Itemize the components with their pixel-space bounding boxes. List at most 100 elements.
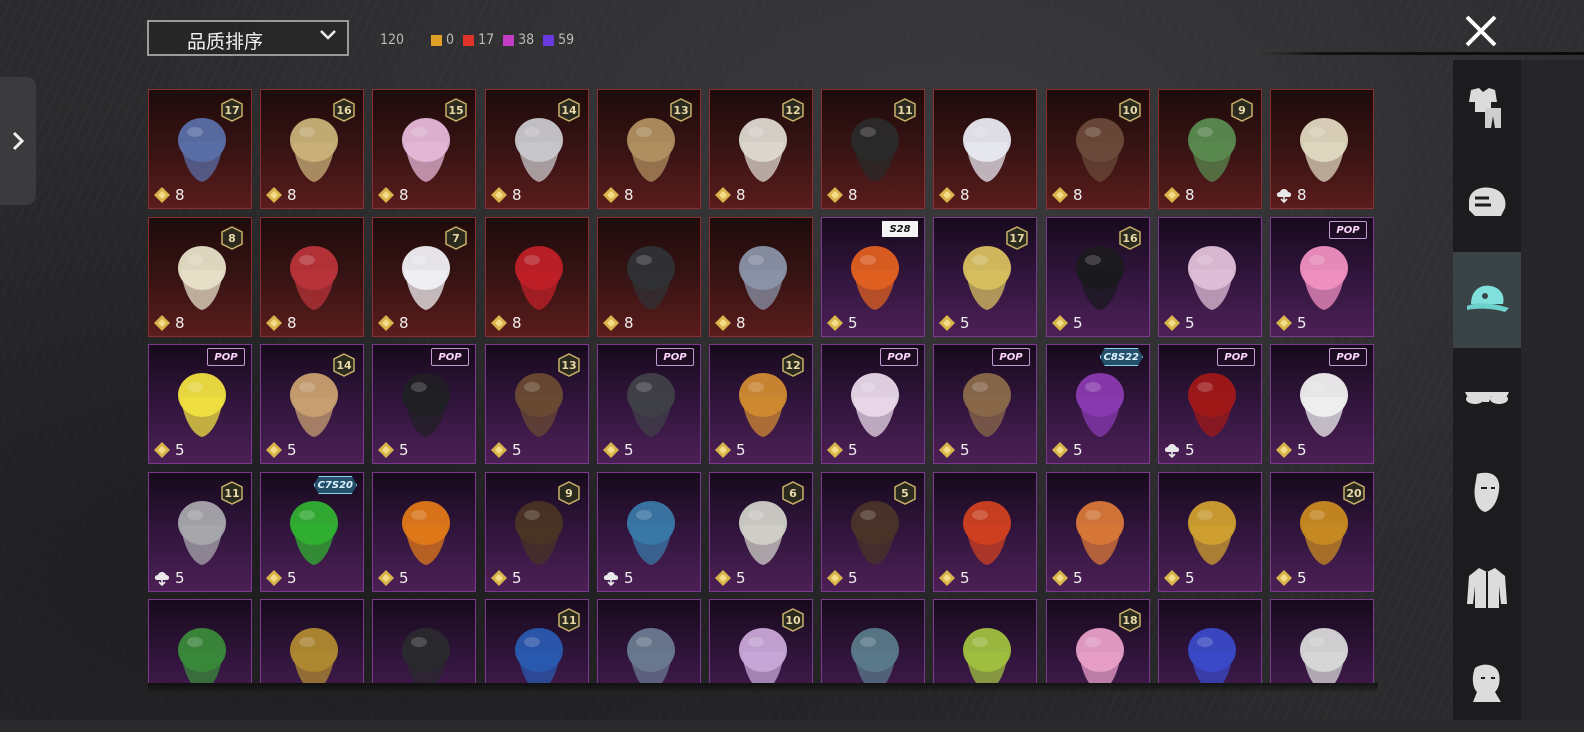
item-card[interactable]: POP 5 — [148, 344, 252, 464]
item-card[interactable] — [148, 599, 252, 683]
item-card[interactable]: 12 5 — [709, 344, 813, 464]
cost-value: 8 — [175, 186, 185, 204]
item-card[interactable]: 65 — [709, 472, 813, 592]
item-card[interactable] — [821, 599, 925, 683]
bust-icon — [1472, 664, 1501, 702]
item-card[interactable]: 11 5 — [148, 472, 252, 592]
item-card[interactable] — [933, 599, 1037, 683]
item-card[interactable]: 5 — [597, 472, 701, 592]
item-card[interactable]: 5 — [1046, 472, 1150, 592]
item-card[interactable]: 14 5 — [260, 344, 364, 464]
item-art — [402, 373, 450, 437]
item-card[interactable]: POP 5 — [821, 344, 925, 464]
cost-value: 5 — [624, 441, 634, 459]
diamond-currency-icon — [1164, 187, 1180, 203]
sidebar-item-emote[interactable] — [1453, 636, 1521, 732]
level-number: 17 — [224, 103, 240, 117]
diamond-currency-icon — [491, 315, 507, 331]
diamond-currency-icon — [715, 442, 731, 458]
item-card[interactable]: POP 5 — [1270, 344, 1374, 464]
item-card[interactable]: 8 — [597, 217, 701, 337]
item-card[interactable]: 5 — [372, 472, 476, 592]
season-badge: POP — [1329, 348, 1367, 366]
item-card[interactable]: 17 8 — [148, 89, 252, 209]
item-card[interactable]: 8 — [1270, 89, 1374, 209]
sidebar-item-top[interactable] — [1453, 540, 1521, 636]
item-card[interactable]: 10 8 — [1046, 89, 1150, 209]
sidebar-item-face[interactable] — [1453, 444, 1521, 540]
sidebar-item-glasses[interactable] — [1453, 348, 1521, 444]
item-art — [1300, 628, 1348, 683]
item-card[interactable]: 8 — [260, 217, 364, 337]
item-card[interactable]: 78 — [372, 217, 476, 337]
item-card[interactable]: C7S20 5 — [260, 472, 364, 592]
item-card[interactable] — [597, 599, 701, 683]
item-card[interactable]: 8 — [485, 217, 589, 337]
diamond-currency-icon — [1052, 187, 1068, 203]
item-card[interactable] — [260, 599, 364, 683]
item-card[interactable]: 55 — [821, 472, 925, 592]
sidebar-item-outfit[interactable] — [1453, 60, 1521, 156]
item-card[interactable]: 13 5 — [485, 344, 589, 464]
item-cost: 8 — [377, 314, 409, 332]
item-art — [1188, 373, 1236, 437]
item-card[interactable]: 11 — [485, 599, 589, 683]
item-card[interactable]: 14 8 — [485, 89, 589, 209]
gold-count-value: 0 — [446, 32, 455, 48]
item-card[interactable]: 11 8 — [821, 89, 925, 209]
item-card[interactable]: 13 8 — [597, 89, 701, 209]
cost-value: 8 — [512, 314, 522, 332]
item-cost: 8 — [602, 186, 634, 204]
item-card[interactable]: 10 — [709, 599, 813, 683]
level-badge: 10 — [1119, 98, 1141, 122]
item-card[interactable]: 8 — [709, 217, 813, 337]
item-card[interactable]: 98 — [1158, 89, 1262, 209]
diamond-currency-icon — [378, 442, 394, 458]
cost-value: 8 — [287, 186, 297, 204]
item-card[interactable]: 12 8 — [709, 89, 813, 209]
item-card[interactable] — [1158, 599, 1262, 683]
diamond-currency-icon — [1276, 315, 1292, 331]
item-card[interactable]: POP 5 — [1270, 217, 1374, 337]
item-art — [963, 501, 1011, 565]
sort-dropdown[interactable]: 品质排序 — [147, 20, 349, 56]
level-badge: 9 — [558, 481, 580, 505]
item-card[interactable] — [372, 599, 476, 683]
item-card[interactable]: 5 — [1158, 472, 1262, 592]
item-card[interactable]: POP 5 — [597, 344, 701, 464]
item-card[interactable]: POP 5 — [1158, 344, 1262, 464]
item-cost: 5 — [1051, 569, 1083, 587]
sunglasses-icon — [1465, 392, 1509, 404]
item-card[interactable]: 88 — [148, 217, 252, 337]
item-art — [290, 628, 338, 683]
cost-value: 5 — [512, 441, 522, 459]
header-divider — [1260, 52, 1584, 55]
item-art — [1300, 373, 1348, 437]
close-icon[interactable] — [1462, 12, 1500, 50]
item-card[interactable] — [1270, 599, 1374, 683]
item-cost: 5 — [1163, 569, 1195, 587]
item-card[interactable]: C8S22 5 — [1046, 344, 1150, 464]
item-card[interactable]: 5 — [933, 472, 1037, 592]
item-card[interactable]: 15 8 — [372, 89, 476, 209]
item-card[interactable]: 8 — [933, 89, 1037, 209]
level-badge: 14 — [333, 353, 355, 377]
item-card[interactable]: 5 — [1158, 217, 1262, 337]
item-card[interactable]: 16 5 — [1046, 217, 1150, 337]
item-card[interactable]: 16 8 — [260, 89, 364, 209]
chevron-right-icon — [12, 131, 25, 151]
cost-value: 8 — [175, 314, 185, 332]
item-card[interactable]: 20 5 — [1270, 472, 1374, 592]
item-card[interactable]: 17 5 — [933, 217, 1037, 337]
sidebar-item-hat[interactable] — [1453, 252, 1521, 348]
item-card[interactable]: S28 5 — [821, 217, 925, 337]
diamond-currency-icon — [1052, 442, 1068, 458]
sidebar-item-mask[interactable] — [1453, 156, 1521, 252]
item-card[interactable]: POP 5 — [372, 344, 476, 464]
item-art — [627, 373, 675, 437]
level-badge: 15 — [445, 98, 467, 122]
item-card[interactable]: 18 — [1046, 599, 1150, 683]
item-card[interactable]: 95 — [485, 472, 589, 592]
expand-panel-button[interactable] — [0, 77, 36, 205]
item-card[interactable]: POP 5 — [933, 344, 1037, 464]
